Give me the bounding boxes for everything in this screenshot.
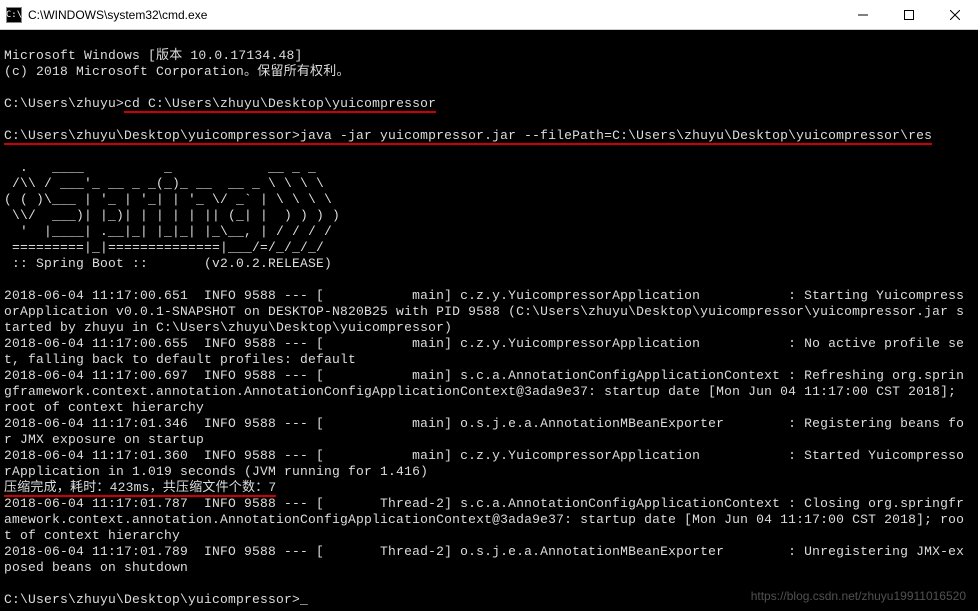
log-line: r JMX exposure on startup bbox=[4, 432, 204, 447]
cmd-icon: C:\ bbox=[6, 7, 22, 23]
spring-banner-line: /\\ / ___'_ __ _ _(_)_ __ __ _ \ \ \ \ bbox=[4, 176, 324, 191]
titlebar-buttons bbox=[840, 0, 978, 30]
spring-banner-line: ( ( )\___ | '_ | '_| | '_ \/ _` | \ \ \ … bbox=[4, 192, 332, 207]
spring-banner-line: \\/ ___)| |_)| | | | | || (_| | ) ) ) ) bbox=[4, 208, 340, 223]
command-java: java -jar yuicompressor.jar --filePath=C… bbox=[300, 128, 932, 143]
prompt-prefix: C:\Users\zhuyu> bbox=[4, 96, 124, 111]
prompt-line: C:\Users\zhuyu>cd C:\Users\zhuyu\Desktop… bbox=[4, 96, 436, 113]
log-line: 2018-06-04 11:17:01.360 INFO 9588 --- [ … bbox=[4, 448, 964, 463]
log-line: 2018-06-04 11:17:00.655 INFO 9588 --- [ … bbox=[4, 336, 964, 351]
log-line: 2018-06-04 11:17:01.346 INFO 9588 --- [ … bbox=[4, 416, 964, 431]
maximize-button[interactable] bbox=[886, 0, 932, 30]
cursor: _ bbox=[300, 592, 308, 607]
log-line: amework.context.annotation.AnnotationCon… bbox=[4, 512, 964, 527]
log-line: t, falling back to default profiles: def… bbox=[4, 352, 356, 367]
close-button[interactable] bbox=[932, 0, 978, 30]
command-cd: cd C:\Users\zhuyu\Desktop\yuicompressor bbox=[124, 96, 436, 113]
prompt-prefix: C:\Users\zhuyu\Desktop\yuicompressor> bbox=[4, 592, 300, 607]
highlight-line: 压缩完成，耗时：423ms，共压缩文件个数：7 bbox=[4, 480, 276, 497]
log-line: 2018-06-04 11:17:01.789 INFO 9588 --- [ … bbox=[4, 544, 964, 559]
spring-banner-line: ' |____| .__|_| |_|_| |_\__, | / / / / bbox=[4, 224, 332, 239]
compression-result: 压缩完成，耗时：423ms，共压缩文件个数：7 bbox=[4, 480, 276, 497]
log-line: tarted by zhuyu in C:\Users\zhuyu\Deskto… bbox=[4, 320, 452, 335]
log-line: 2018-06-04 11:17:01.787 INFO 9588 --- [ … bbox=[4, 496, 964, 511]
minimize-button[interactable] bbox=[840, 0, 886, 30]
log-line: 2018-06-04 11:17:00.651 INFO 9588 --- [ … bbox=[4, 288, 964, 303]
header-line: Microsoft Windows [版本 10.0.17134.48] bbox=[4, 48, 302, 63]
log-line: t of context hierarchy bbox=[4, 528, 180, 543]
prompt-line: C:\Users\zhuyu\Desktop\yuicompressor>jav… bbox=[4, 128, 932, 145]
log-line: root of context hierarchy bbox=[4, 400, 204, 415]
header-line: (c) 2018 Microsoft Corporation。保留所有权利。 bbox=[4, 64, 350, 79]
log-line: posed beans on shutdown bbox=[4, 560, 188, 575]
titlebar-left: C:\ C:\WINDOWS\system32\cmd.exe bbox=[0, 7, 207, 23]
log-line: gframework.context.annotation.Annotation… bbox=[4, 384, 964, 399]
watermark: https://blog.csdn.net/zhuyu19911016520 bbox=[751, 589, 966, 603]
window-title: C:\WINDOWS\system32\cmd.exe bbox=[28, 8, 207, 22]
terminal-output[interactable]: Microsoft Windows [版本 10.0.17134.48] (c)… bbox=[0, 30, 978, 610]
spring-banner-line: :: Spring Boot :: (v2.0.2.RELEASE) bbox=[4, 256, 332, 271]
window-titlebar: C:\ C:\WINDOWS\system32\cmd.exe bbox=[0, 0, 978, 30]
log-line: orApplication v0.0.1-SNAPSHOT on DESKTOP… bbox=[4, 304, 964, 319]
spring-banner-line: =========|_|==============|___/=/_/_/_/ bbox=[4, 240, 324, 255]
spring-banner-line: . ____ _ __ _ _ bbox=[4, 160, 316, 175]
log-line: 2018-06-04 11:17:00.697 INFO 9588 --- [ … bbox=[4, 368, 964, 383]
prompt-prefix: C:\Users\zhuyu\Desktop\yuicompressor> bbox=[4, 128, 300, 143]
prompt-line: C:\Users\zhuyu\Desktop\yuicompressor>_ bbox=[4, 592, 308, 607]
log-line: rApplication in 1.019 seconds (JVM runni… bbox=[4, 464, 428, 479]
